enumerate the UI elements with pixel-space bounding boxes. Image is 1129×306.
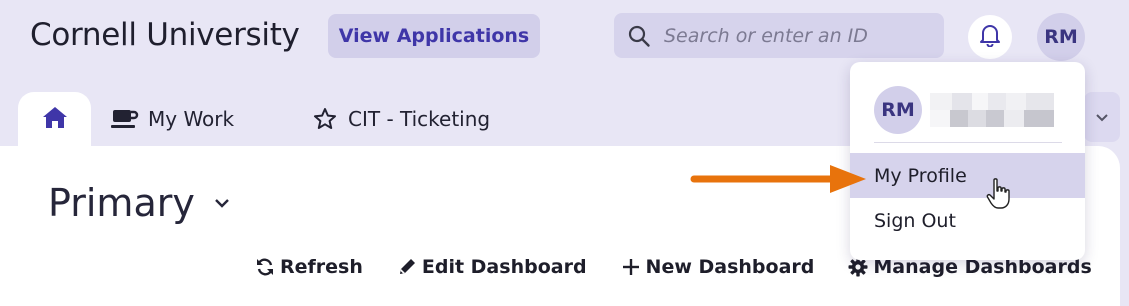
action-label: New Dashboard [645, 256, 815, 278]
action-label: Edit Dashboard [421, 256, 587, 278]
user-menu-header: RM [874, 86, 1054, 134]
tab-cit-ticketing[interactable]: CIT - Ticketing [310, 92, 490, 146]
sign-out-menu-item[interactable]: Sign Out [850, 198, 1085, 243]
tab-label: My Work [148, 107, 235, 131]
tab-my-work[interactable]: My Work [110, 92, 234, 146]
chevron-down-icon [1095, 108, 1109, 127]
brand-title: Cornell University [30, 17, 300, 53]
bell-icon [979, 23, 1001, 51]
search-box[interactable] [614, 13, 944, 58]
refresh-icon [254, 256, 276, 278]
star-icon [310, 106, 340, 132]
new-dashboard-button[interactable]: New Dashboard [620, 256, 815, 278]
notifications-button[interactable] [968, 15, 1012, 59]
home-icon [42, 105, 68, 134]
search-input[interactable] [662, 23, 936, 48]
plus-icon [620, 256, 642, 278]
coffee-icon [110, 106, 140, 132]
tab-home[interactable] [18, 92, 91, 146]
avatar: RM [874, 86, 922, 134]
search-icon [626, 23, 652, 49]
dashboard-selector[interactable]: Primary [48, 181, 231, 225]
annotation-arrow [690, 165, 866, 193]
edit-dashboard-button[interactable]: Edit Dashboard [396, 256, 587, 278]
chevron-down-icon [213, 197, 231, 209]
tabs-overflow-button[interactable] [1084, 92, 1120, 142]
action-label: Refresh [280, 256, 363, 278]
dashboard-title: Primary [48, 181, 195, 225]
tab-label: CIT - Ticketing [348, 107, 491, 131]
refresh-button[interactable]: Refresh [254, 256, 363, 278]
pencil-icon [396, 256, 418, 278]
user-name-redacted [930, 93, 1054, 127]
my-profile-menu-item[interactable]: My Profile [850, 153, 1085, 198]
user-avatar-button[interactable]: RM [1037, 13, 1085, 61]
hand-cursor-icon [986, 178, 1010, 209]
divider [874, 142, 1062, 143]
user-menu-dropdown: RM My Profile Sign Out [850, 62, 1085, 260]
view-applications-button[interactable]: View Applications [328, 14, 540, 58]
